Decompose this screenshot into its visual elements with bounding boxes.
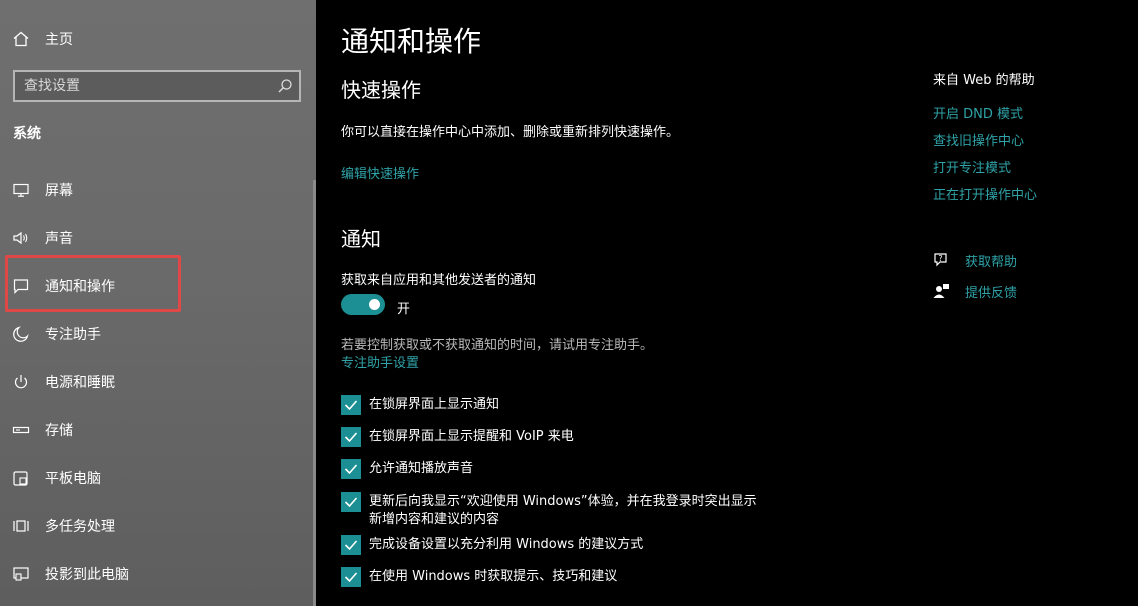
sidebar-item-sound[interactable]: 声音 <box>0 222 316 254</box>
sidebar-item-label: 主页 <box>45 32 73 48</box>
sidebar: 主页 系统 屏幕 声音 通知和操作 专注助手 电源 <box>0 0 316 606</box>
checkmark-icon <box>344 400 358 411</box>
checkmark-icon <box>344 432 358 443</box>
feedback-person-icon <box>931 281 951 301</box>
project-icon <box>12 565 30 583</box>
checkbox-label: 完成设备设置以充分利用 Windows 的建议方式 <box>369 537 644 552</box>
sidebar-item-label: 专注助手 <box>45 327 101 343</box>
sidebar-item-label: 电源和睡眠 <box>45 375 115 391</box>
notification-icon <box>12 277 30 295</box>
sidebar-item-label: 多任务处理 <box>45 519 115 535</box>
get-help-label: 获取帮助 <box>965 254 1018 270</box>
help-link-focus-mode[interactable]: 打开专注模式 <box>933 157 1011 176</box>
notifications-toggle[interactable] <box>341 294 385 315</box>
help-title: 来自 Web 的帮助 <box>933 73 1035 88</box>
lock-screen-notifications-checkbox[interactable] <box>341 395 361 415</box>
welcome-experience-checkbox[interactable] <box>341 492 361 512</box>
focus-assist-hint: 若要控制获取或不获取通知的时间，请试用专注助手。 <box>341 338 654 353</box>
feedback-button[interactable]: 提供反馈 <box>931 281 1017 301</box>
sidebar-item-label: 声音 <box>45 231 73 247</box>
monitor-icon <box>12 181 30 199</box>
checkbox-label: 更新后向我显示“欢迎使用 Windows”体验，并在我登录时突出显示 新增内容和… <box>369 494 757 527</box>
search-icon[interactable] <box>277 78 293 94</box>
multitask-icon <box>12 517 30 535</box>
sidebar-item-home[interactable]: 主页 <box>0 23 316 55</box>
notifications-toggle-label: 获取来自应用和其他发送者的通知 <box>341 273 537 288</box>
sidebar-item-storage[interactable]: 存储 <box>0 414 316 446</box>
section-label: 系统 <box>13 126 41 142</box>
sidebar-item-project[interactable]: 投影到此电脑 <box>0 558 316 590</box>
sidebar-item-power[interactable]: 电源和睡眠 <box>0 366 316 398</box>
device-setup-checkbox[interactable] <box>341 535 361 555</box>
sidebar-item-label: 投影到此电脑 <box>45 567 129 583</box>
search-input[interactable] <box>15 78 265 94</box>
checkbox-label: 在锁屏界面上显示通知 <box>369 397 500 412</box>
sidebar-item-label: 平板电脑 <box>45 471 101 487</box>
tablet-icon <box>12 469 30 487</box>
checkbox-label: 在使用 Windows 时获取提示、技巧和建议 <box>369 569 618 584</box>
checkbox-label: 允许通知播放声音 <box>369 461 474 476</box>
toggle-state-label: 开 <box>397 302 411 317</box>
feedback-label: 提供反馈 <box>965 285 1018 301</box>
sidebar-item-label: 通知和操作 <box>45 279 115 295</box>
main-content: 通知和操作 快速操作 你可以直接在操作中心中添加、删除或重新排列快速操作。 编辑… <box>316 0 1138 606</box>
get-help-button[interactable]: ? 获取帮助 <box>931 250 1017 270</box>
tips-tricks-checkbox[interactable] <box>341 567 361 587</box>
moon-icon <box>12 325 30 343</box>
sidebar-item-display[interactable]: 屏幕 <box>0 174 316 206</box>
checkmark-icon <box>344 464 358 475</box>
lock-screen-reminders-checkbox[interactable] <box>341 427 361 447</box>
toggle-knob <box>369 299 380 310</box>
notification-sounds-checkbox[interactable] <box>341 459 361 479</box>
sidebar-item-notifications[interactable]: 通知和操作 <box>0 270 316 302</box>
search-field[interactable] <box>13 70 301 102</box>
sidebar-item-focus-assist[interactable]: 专注助手 <box>0 318 316 350</box>
storage-icon <box>12 421 30 439</box>
help-link-dnd[interactable]: 开启 DND 模式 <box>933 103 1023 122</box>
help-link-old-action-center[interactable]: 查找旧操作中心 <box>933 130 1024 149</box>
page-title: 通知和操作 <box>341 25 482 58</box>
checkmark-icon <box>344 572 358 583</box>
sidebar-item-tablet[interactable]: 平板电脑 <box>0 462 316 494</box>
sidebar-item-multitasking[interactable]: 多任务处理 <box>0 510 316 542</box>
quick-actions-heading: 快速操作 <box>341 78 421 102</box>
notifications-heading: 通知 <box>341 227 381 251</box>
quick-actions-description: 你可以直接在操作中心中添加、删除或重新排列快速操作。 <box>341 125 680 140</box>
help-link-opening-action-center[interactable]: 正在打开操作中心 <box>933 184 1037 203</box>
checkmark-icon <box>344 540 358 551</box>
checkbox-label: 在锁屏界面上显示提醒和 VoIP 来电 <box>369 429 574 444</box>
sidebar-item-label: 屏幕 <box>45 183 73 199</box>
power-icon <box>12 373 30 391</box>
sidebar-item-label: 存储 <box>45 423 73 439</box>
help-chat-icon: ? <box>931 250 951 270</box>
svg-text:?: ? <box>938 254 942 263</box>
checkmark-icon <box>344 497 358 508</box>
focus-assist-settings-link[interactable]: 专注助手设置 <box>341 352 419 371</box>
edit-quick-actions-link[interactable]: 编辑快速操作 <box>341 163 419 182</box>
home-icon <box>12 30 30 48</box>
speaker-icon <box>12 229 30 247</box>
